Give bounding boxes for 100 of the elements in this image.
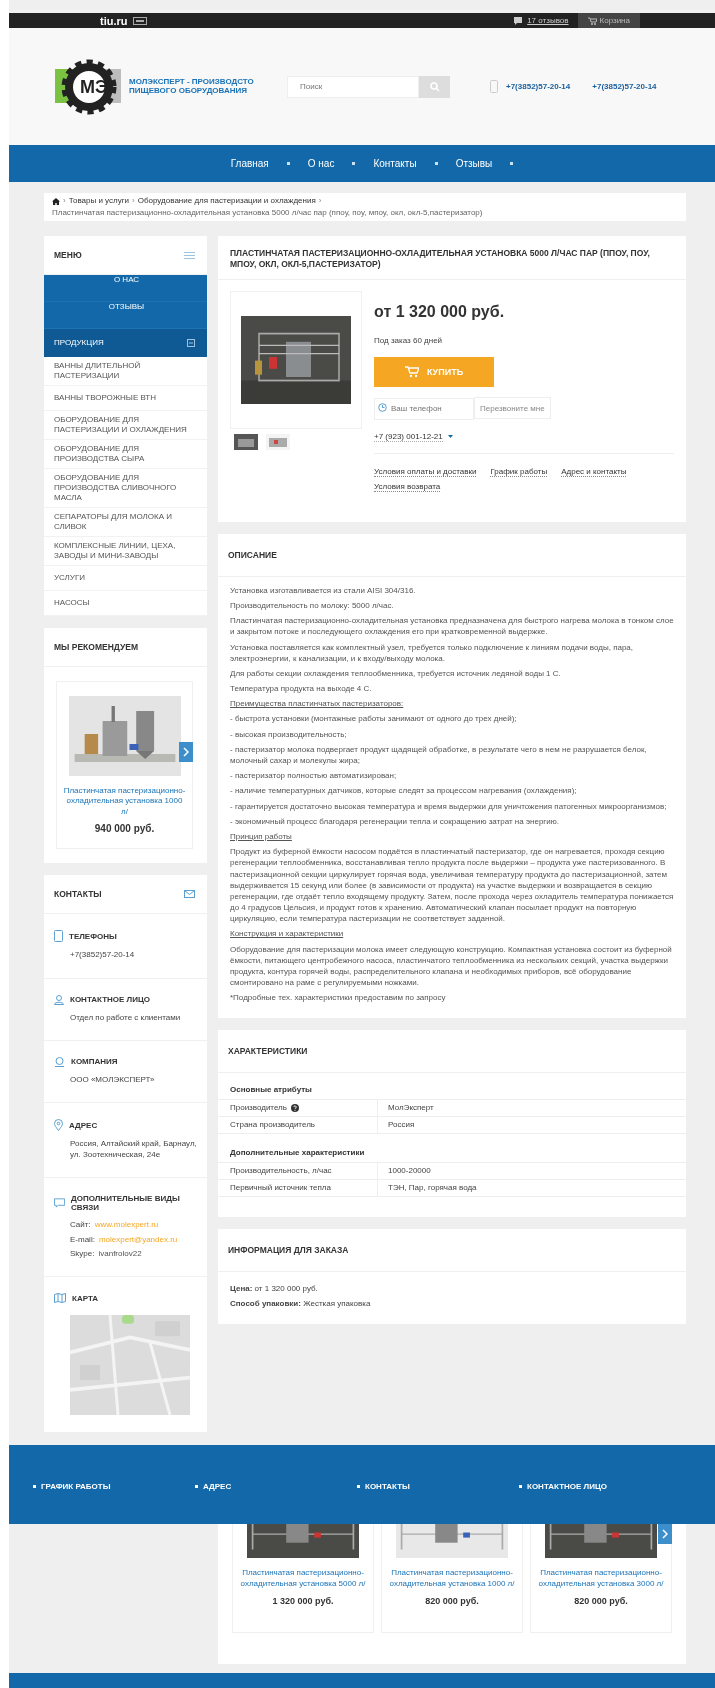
nav-link[interactable]: Контакты xyxy=(373,158,417,169)
description-paragraph: Температура продукта на выходе 4 С. xyxy=(230,683,373,695)
comment-icon xyxy=(514,16,523,25)
order-info-line: Способ упаковки: Жесткая упаковка xyxy=(230,1298,372,1308)
section-title: КОНТАКТЫ xyxy=(54,889,102,900)
product-card[interactable]: Пластинчатая пастеризационно-охладительная установка 1000 л/ 940 000 руб. xyxy=(56,681,193,850)
info-link[interactable]: Адрес и контакты xyxy=(561,466,627,477)
product-title[interactable]: Пластинчатая пастеризационно-охладительная установка 1000 л/ xyxy=(382,1568,522,1590)
phone-icon xyxy=(54,930,63,943)
menu-group-label[interactable]: ПРОДУКЦИЯ xyxy=(54,338,104,348)
nav-link[interactable]: О нас xyxy=(307,158,335,169)
product-price: 820 000 руб. xyxy=(425,1596,479,1607)
group-title: Основные атрибуты xyxy=(229,1084,313,1096)
description-subheading: Преимущества пластинчатых пастеризаторов: xyxy=(230,698,405,710)
contact-heading: КАРТА xyxy=(72,1293,99,1303)
phone-icon xyxy=(490,80,498,93)
product-title[interactable]: Пластинчатая пастеризационно-охладительная установка 5000 л/ xyxy=(233,1568,373,1590)
description-paragraph: - пастеризатор полностью автоматизирован; xyxy=(230,770,398,782)
description-paragraph: Установка изготавливается из стали AISI 304/316. xyxy=(230,584,417,596)
attribute-value: 1000-20000 xyxy=(387,1166,432,1176)
cart-button[interactable]: Корзина xyxy=(577,13,640,28)
product-title[interactable]: Пластинчатая пастеризационно-охладительная установка 3000 л/ xyxy=(531,1568,671,1590)
menu-item[interactable]: НАСОСЫ xyxy=(44,591,207,616)
breadcrumb-separator: › xyxy=(63,196,66,206)
skype-name: ivanfrolov22 xyxy=(98,1248,142,1260)
contact-heading: ТЕЛЕФОНЫ xyxy=(69,931,117,941)
next-button[interactable] xyxy=(658,1524,672,1545)
people-icon xyxy=(54,1056,65,1067)
footer-link[interactable]: КОНТАКТНОЕ ЛИЦО xyxy=(519,1481,681,1491)
chevron-right-icon xyxy=(183,747,189,757)
callback-button[interactable]: Перезвоните мне xyxy=(474,397,551,420)
description-paragraph: *Подробные тех. характеристики предоставим по запросу xyxy=(230,992,447,1004)
chat-icon xyxy=(54,1198,66,1209)
contact-heading: АДРЕС xyxy=(69,1120,98,1130)
menu-item[interactable]: ВАННЫ ТВОРОЖНЫЕ ВТН xyxy=(44,386,207,411)
phone-number[interactable]: +7(3852)57-20-14 xyxy=(592,82,657,91)
nav-link[interactable]: Главная xyxy=(230,158,269,169)
menu-title: МЕНЮ xyxy=(54,250,82,260)
menu-item[interactable]: ВАННЫ ДЛИТЕЛЬНОЙ ПАСТЕРИЗАЦИИ xyxy=(44,357,207,386)
description-paragraph: Для работы секции охлаждения теплообменника, требуется источник ледяной воды 1 С. xyxy=(230,667,562,680)
breadcrumb-separator: › xyxy=(318,196,322,206)
caret-icon[interactable] xyxy=(447,435,453,439)
product-card[interactable]: Пластинчатая пастеризационно-охладительная установка 5000 л/ 1 320 000 руб. xyxy=(232,1524,374,1634)
description-paragraph: Установка поставляется как комплектный узел, требуется только подключение к линиям подачи воды, пара, электроэнергии, к канализации, и к входу/выходу молока. xyxy=(230,641,635,664)
product-price: 940 000 руб. xyxy=(94,823,155,835)
menu-item[interactable]: О НАС xyxy=(44,275,207,302)
mail-icon[interactable] xyxy=(184,890,195,899)
menu-item[interactable]: ОТЗЫВЫ xyxy=(44,302,207,329)
next-button[interactable] xyxy=(179,742,193,762)
contact-value: Россия, Алтайский край, Барнаул, ул. Зоотехническая, 24е xyxy=(70,1139,198,1161)
footer-link[interactable]: АДРЕС xyxy=(195,1481,357,1491)
product-title[interactable]: Пластинчатая пастеризационно-охладительная установка 1000 л/ xyxy=(63,786,186,818)
collapse-icon[interactable] xyxy=(187,339,195,347)
menu-item[interactable]: СЕПАРАТОРЫ ДЛЯ МОЛОКА И СЛИВОК xyxy=(44,508,207,537)
search-field[interactable]: Поиск xyxy=(287,75,419,98)
menu-item[interactable]: ОБОРУДОВАНИЕ ДЛЯ ПАСТЕРИЗАЦИИ И ОХЛАЖДЕНИЯ xyxy=(44,411,207,440)
breadcrumb-link[interactable]: Оборудование для пастеризации и охлаждения xyxy=(137,196,316,206)
contact-label: Сайт: xyxy=(70,1220,91,1231)
menu-group[interactable]: ПРОДУКЦИЯ xyxy=(44,329,207,357)
contact-value: +7(3852)57-20-14 xyxy=(70,950,136,961)
home-icon[interactable] xyxy=(52,197,60,205)
reviews-link[interactable]: 17 отзывов xyxy=(527,16,569,25)
nav-link[interactable]: Отзывы xyxy=(455,158,493,169)
info-link[interactable]: График работы xyxy=(490,466,548,477)
section-title: ОПИСАНИЕ xyxy=(228,549,277,560)
attribute-name: Первичный источник тепла xyxy=(230,1183,331,1193)
company-name[interactable]: МОЛЭКСПЕРТ - ПРОИЗВОДСТО ПИЩЕВОГО ОБОРУДОВАНИЯ xyxy=(129,77,279,96)
price: от 1 320 000 руб. xyxy=(374,303,506,322)
attribute-name: Страна производитель xyxy=(230,1120,315,1130)
product-price: 820 000 руб. xyxy=(574,1596,628,1607)
gear-logo[interactable] xyxy=(55,57,123,116)
contact-heading: ДОПОЛНИТЕЛЬНЫЕ ВИДЫ СВЯЗИ xyxy=(71,1194,181,1213)
phone-dropdown[interactable]: +7 (923) 001-12-21 xyxy=(374,431,443,442)
phone-input-field[interactable]: Ваш телефон xyxy=(374,397,474,420)
menu-item[interactable]: УСЛУГИ xyxy=(44,566,207,591)
help-icon[interactable] xyxy=(290,1103,299,1112)
map-icon xyxy=(54,1293,66,1304)
phone-number[interactable]: +7(3852)57-20-14 xyxy=(506,82,571,91)
attribute-value: ТЭН, Пар, горячая вода xyxy=(387,1183,478,1193)
footer-link[interactable]: КОНТАКТЫ xyxy=(357,1481,519,1491)
product-card[interactable]: Пластинчатая пастеризационно-охладительная установка 1000 л/ 820 000 руб. xyxy=(381,1524,523,1634)
info-link[interactable]: Условия возврата xyxy=(374,481,441,492)
contact-heading: КОНТАКТНОЕ ЛИЦО xyxy=(70,995,150,1005)
product-price: 1 320 000 руб. xyxy=(272,1596,334,1607)
site-logo[interactable]: tiu.ru xyxy=(100,14,128,27)
menu-item[interactable]: КОМПЛЕКСНЫЕ ЛИНИИ, ЦЕХА, ЗАВОДЫ И МИНИ-ЗАВОДЫ xyxy=(44,537,207,566)
product-card[interactable]: Пластинчатая пастеризационно-охладительная установка 3000 л/ 820 000 руб. xyxy=(530,1524,672,1634)
description-paragraph: - наличие температурных датчиков, которые следят за процессом нагревания (охлаждения); xyxy=(230,785,578,797)
attribute-name: Производительность, л/час xyxy=(230,1166,332,1176)
description-paragraph: - высокая производительность; xyxy=(230,728,348,740)
description-paragraph: Производительность по молоку: 5000 л/час. xyxy=(230,599,395,612)
availability-text: Под заказ 60 дней xyxy=(374,336,444,346)
cart-icon xyxy=(404,366,419,379)
info-link[interactable]: Условия оплаты и доставки xyxy=(374,466,477,477)
menu-item[interactable]: ОБОРУДОВАНИЕ ДЛЯ ПРОИЗВОДСТВА СЫРА xyxy=(44,440,207,469)
footer-link[interactable]: ГРАФИК РАБОТЫ xyxy=(33,1481,195,1491)
breadcrumb-link[interactable]: Товары и услуги xyxy=(68,196,130,206)
menu-item[interactable]: ОБОРУДОВАНИЕ ДЛЯ ПРОИЗВОДСТВА СЛИВОЧНОГО МАСЛА xyxy=(44,469,207,508)
contact-value: Отдел по работе с клиентами xyxy=(70,1012,182,1023)
attribute-value: Россия xyxy=(387,1120,416,1130)
